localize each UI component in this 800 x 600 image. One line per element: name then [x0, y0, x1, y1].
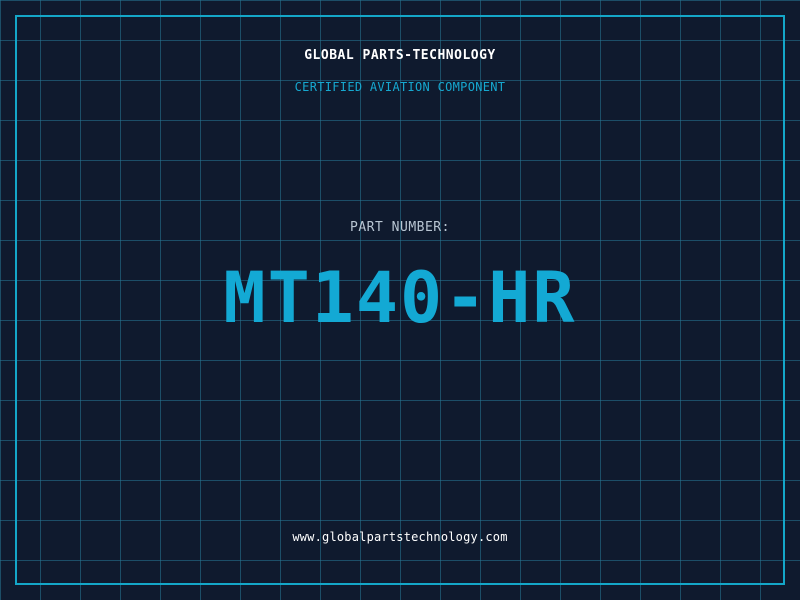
part-number-value: MT140-HR — [223, 257, 577, 339]
company-name: GLOBAL PARTS-TECHNOLOGY — [304, 48, 496, 63]
certification-tagline: CERTIFIED AVIATION COMPONENT — [294, 80, 506, 94]
part-label-card: GLOBAL PARTS-TECHNOLOGY CERTIFIED AVIATI… — [0, 0, 800, 600]
part-number-label: PART NUMBER: — [350, 220, 450, 235]
website-url: www.globalpartstechnology.com — [292, 530, 508, 544]
